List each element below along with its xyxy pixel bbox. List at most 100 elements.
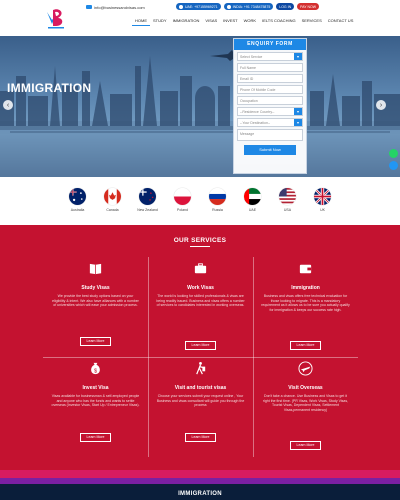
login-button[interactable]: LOG IN <box>276 3 295 10</box>
learn-more-button[interactable]: Learn More <box>185 341 216 350</box>
page: info@businessandvisas.com UAE: +97155969… <box>0 0 400 500</box>
pay-now-button[interactable]: PAY NOW <box>297 3 320 10</box>
country-usa[interactable]: USA <box>270 177 305 225</box>
flag-poland-icon <box>174 188 191 205</box>
floating-contact-icons <box>389 149 398 170</box>
logo[interactable] <box>44 6 68 30</box>
accent-strip <box>0 470 400 478</box>
occupation-field[interactable]: Occupation <box>237 96 303 105</box>
select-service-dropdown[interactable]: Select Service ▾ <box>237 52 303 61</box>
service-card-title: Immigration <box>291 285 320 291</box>
enquiry-form: ENQUIRY FORM Select Service ▾ Full Name E… <box>233 38 307 174</box>
service-card-immigration: Immigration Business and visas offers fre… <box>253 257 358 357</box>
wallet-icon <box>298 261 313 276</box>
country-australia[interactable]: Australia <box>60 177 95 225</box>
skype-icon[interactable] <box>389 161 398 170</box>
traveler-icon <box>193 361 208 376</box>
flag-new-zealand-icon <box>139 188 156 205</box>
nav-item-work[interactable]: WORK <box>241 16 259 26</box>
service-card-invest-visa: $ Invest Visa Visas available for business… <box>43 357 148 457</box>
service-card-description: Business and visas offers free technical… <box>261 294 350 312</box>
services-section: OUR SERVICES Study Visas We provide the b… <box>0 225 400 470</box>
flag-usa-icon <box>279 188 296 205</box>
nav-item-contact-us[interactable]: CONTACT US <box>325 16 357 26</box>
whatsapp-icon[interactable] <box>389 149 398 158</box>
service-card-visit-and-tourist-visas: Visit and tourist visas Choose your servi… <box>148 357 253 457</box>
chevron-down-icon: ▾ <box>294 108 302 115</box>
country-flags-row: Australia Canada New Zealand Poland Russia UA… <box>0 177 400 225</box>
service-card-title: Study Visas <box>81 285 110 291</box>
money-bag-icon: $ <box>88 361 103 376</box>
flag-india-icon <box>226 4 231 9</box>
email-text[interactable]: info@businessandvisas.com <box>94 5 145 10</box>
country-russia[interactable]: Russia <box>200 177 235 225</box>
select-service-text: Select Service <box>240 55 263 59</box>
service-card-description: Choose your services submit your request… <box>156 394 245 407</box>
service-card-title: Work Visas <box>187 285 214 291</box>
nav-item-ielts-coaching[interactable]: IELTS COACHING <box>259 16 299 26</box>
service-card-description: We provide the best study options based … <box>52 294 139 307</box>
chevron-right-icon: › <box>379 101 383 109</box>
flag-russia-icon <box>209 188 226 205</box>
flag-canada-icon <box>104 188 121 205</box>
country-uk[interactable]: UK <box>305 177 340 225</box>
flag-label: USA <box>283 208 292 212</box>
full-name-field[interactable]: Full Name <box>237 63 303 72</box>
main-nav: HOME STUDY IMMIGRATION VISAS INVEST WORK IELTS… <box>132 16 356 26</box>
services-grid: Study Visas We provide the best study opt… <box>43 257 358 457</box>
residence-country-dropdown[interactable]: --Residence Country-- ▾ <box>237 107 303 116</box>
learn-more-button[interactable]: Learn More <box>80 337 111 346</box>
message-field[interactable]: Message <box>237 129 303 141</box>
chevron-down-icon: ▾ <box>294 53 302 60</box>
nav-item-home[interactable]: HOME <box>132 16 150 26</box>
nav-item-immigration[interactable]: IMMIGRATION <box>170 16 203 26</box>
country-poland[interactable]: Poland <box>165 177 200 225</box>
uae-phone-text: UAE: +97155969271 <box>185 4 218 9</box>
service-card-description: The world is looking for skilled profess… <box>156 294 245 307</box>
country-canada[interactable]: Canada <box>95 177 130 225</box>
book-icon <box>88 261 103 276</box>
flag-uk-icon <box>314 188 331 205</box>
destination-dropdown[interactable]: --Your Destination-- ▾ <box>237 118 303 127</box>
nav-item-services[interactable]: SERVICES <box>299 16 325 26</box>
title-underline <box>190 246 210 247</box>
hero-banner: IMMIGRATION ‹ › <box>0 36 400 177</box>
contact-email[interactable]: info@businessandvisas.com <box>86 3 145 11</box>
learn-more-button[interactable]: Learn More <box>290 341 321 350</box>
carousel-next-button[interactable]: › <box>376 100 386 110</box>
site-header: info@businessandvisas.com UAE: +97155969… <box>0 0 400 36</box>
city-skyline-image <box>0 50 400 177</box>
flag-label: Australia <box>70 208 85 212</box>
flag-australia-icon <box>69 188 86 205</box>
plane-icon <box>298 361 313 376</box>
flag-uae-icon <box>179 4 183 9</box>
phone-field[interactable]: Phone Of Mobile Code <box>237 85 303 94</box>
bottom-title: IMMIGRATION <box>178 491 222 497</box>
learn-more-button[interactable]: Learn More <box>185 433 216 442</box>
india-phone-pill[interactable]: INDIA: +91 7348475875 <box>223 3 274 10</box>
learn-more-button[interactable]: Learn More <box>290 441 321 450</box>
submit-button[interactable]: Submit Now <box>244 145 296 155</box>
nav-item-visas[interactable]: VISAS <box>202 16 220 26</box>
india-phone-text: INDIA: +91 7348475875 <box>232 4 271 9</box>
destination-text: --Your Destination-- <box>240 121 271 125</box>
email-field[interactable]: Email ID <box>237 74 303 83</box>
flag-label: Canada <box>106 208 119 212</box>
carousel-prev-button[interactable]: ‹ <box>3 100 13 110</box>
hero-title: IMMIGRATION <box>7 81 92 95</box>
flag-label: Poland <box>177 208 188 212</box>
service-card-title: Invest Visa <box>82 385 109 391</box>
country-uae[interactable]: UAE <box>235 177 270 225</box>
top-right-bar: UAE: +97155969271 INDIA: +91 7348475875 … <box>176 3 320 10</box>
mail-icon <box>86 5 92 9</box>
service-card-description: Visas available for businessman & self-e… <box>51 394 140 407</box>
residence-country-text: --Residence Country-- <box>240 110 275 114</box>
service-card-title: Visit and tourist visas <box>174 385 227 391</box>
nav-item-study[interactable]: STUDY <box>150 16 170 26</box>
learn-more-button[interactable]: Learn More <box>80 433 111 442</box>
uae-phone-pill[interactable]: UAE: +97155969271 <box>176 3 221 10</box>
country-new-zealand[interactable]: New Zealand <box>130 177 165 225</box>
nav-item-invest[interactable]: INVEST <box>220 16 240 26</box>
flag-label: New Zealand <box>137 208 158 212</box>
flag-label: UK <box>320 208 325 212</box>
